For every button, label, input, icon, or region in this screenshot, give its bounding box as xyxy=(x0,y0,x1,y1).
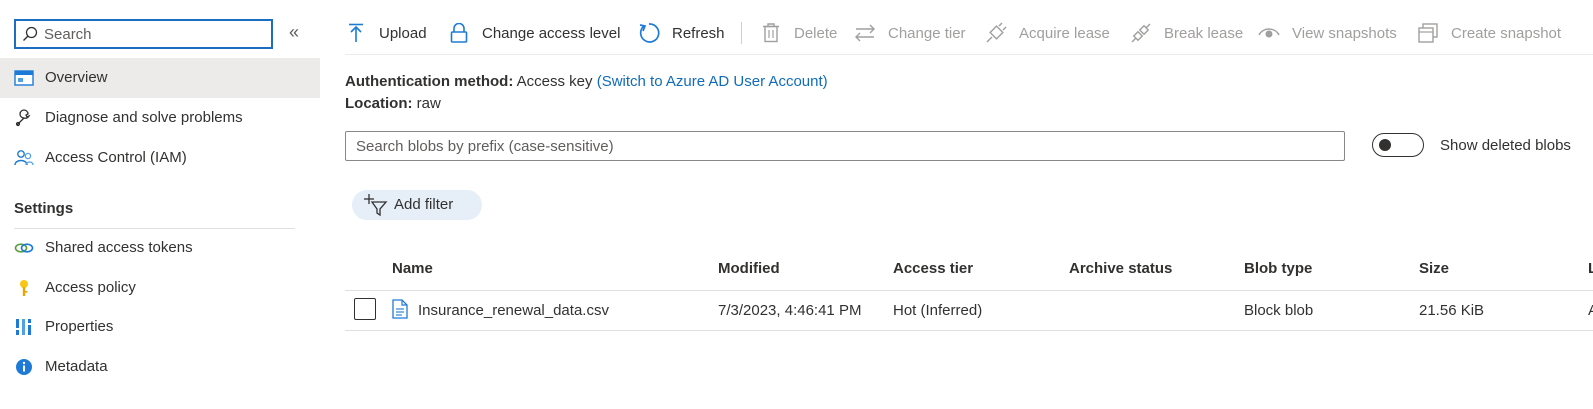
settings-section-title: Settings xyxy=(14,200,74,217)
wrench-icon xyxy=(14,109,34,127)
toolbar-divider-line xyxy=(345,54,1593,55)
sidebar-item-diagnose[interactable]: Diagnose and solve problems xyxy=(0,98,320,138)
row-divider xyxy=(345,330,1593,331)
sidebar-item-shared-access-tokens[interactable]: Shared access tokens xyxy=(0,228,320,268)
location-value: raw xyxy=(416,95,441,112)
column-header-size[interactable]: Size xyxy=(1419,260,1449,277)
blob-size: 21.56 KiB xyxy=(1419,302,1485,319)
swap-arrows-icon xyxy=(854,22,876,44)
info-icon xyxy=(14,358,34,376)
location-label: Location: xyxy=(345,95,413,112)
sidebar-search-input[interactable] xyxy=(44,23,266,45)
sidebar-item-metadata[interactable]: Metadata xyxy=(0,347,320,387)
sidebar-item-label: Overview xyxy=(45,69,108,86)
sidebar-item-label: Properties xyxy=(45,318,114,335)
collapse-sidebar-icon[interactable]: « xyxy=(289,22,299,43)
blob-name[interactable]: Insurance_renewal_data.csv xyxy=(418,302,609,319)
upload-label: Upload xyxy=(379,24,427,42)
header-divider xyxy=(345,290,1593,291)
acquire-lease-label: Acquire lease xyxy=(1019,24,1110,42)
blob-access-tier: Hot (Inferred) xyxy=(893,302,983,319)
blob-type: Block blob xyxy=(1244,302,1314,319)
unplug-icon xyxy=(1130,22,1152,44)
command-bar: Upload Change access level Refresh Delet… xyxy=(345,14,1593,54)
change-tier-button[interactable]: Change tier xyxy=(854,20,966,46)
view-snapshots-label: View snapshots xyxy=(1292,24,1397,42)
sidebar: « Overview Diagnose and solve problems A… xyxy=(0,0,320,409)
eye-icon xyxy=(1258,22,1280,44)
auth-method-label: Authentication method: xyxy=(345,73,514,90)
blob-prefix-search-input[interactable] xyxy=(356,136,1326,156)
sidebar-item-access-policy[interactable]: Access policy xyxy=(0,268,320,308)
sidebar-item-label: Access policy xyxy=(45,279,136,296)
blob-prefix-search-box[interactable] xyxy=(345,131,1345,161)
show-deleted-blobs-label: Show deleted blobs xyxy=(1440,137,1571,154)
change-access-level-button[interactable]: Change access level xyxy=(448,20,620,46)
column-header-blob-type[interactable]: Blob type xyxy=(1244,260,1312,277)
delete-label: Delete xyxy=(794,24,838,42)
switch-auth-link[interactable]: (Switch to Azure AD User Account) xyxy=(597,73,828,90)
refresh-label: Refresh xyxy=(672,24,725,42)
refresh-icon xyxy=(638,22,660,44)
plug-icon xyxy=(985,22,1007,44)
column-header-modified[interactable]: Modified xyxy=(718,260,780,277)
upload-button[interactable]: Upload xyxy=(345,20,427,46)
sidebar-item-label: Access Control (IAM) xyxy=(45,149,187,166)
add-filter-icon xyxy=(364,193,388,221)
change-tier-label: Change tier xyxy=(888,24,966,42)
key-icon xyxy=(14,279,34,297)
overview-icon xyxy=(14,69,34,87)
sidebar-search-box[interactable] xyxy=(14,19,273,49)
location-info: Location: raw xyxy=(345,95,441,112)
sidebar-item-label: Metadata xyxy=(45,358,108,375)
blob-modified: 7/3/2023, 4:46:41 PM xyxy=(718,302,862,319)
create-snapshot-button[interactable]: Create snapshot xyxy=(1417,20,1561,46)
trash-icon xyxy=(760,22,782,44)
refresh-button[interactable]: Refresh xyxy=(638,20,725,46)
sidebar-item-properties[interactable]: Properties xyxy=(0,307,320,347)
toggle-knob xyxy=(1379,139,1391,151)
people-icon xyxy=(14,149,34,167)
delete-button[interactable]: Delete xyxy=(760,20,837,46)
column-header-access-tier[interactable]: Access tier xyxy=(893,260,973,277)
row-select-checkbox[interactable] xyxy=(354,298,376,320)
create-snapshot-label: Create snapshot xyxy=(1451,24,1562,42)
lock-icon xyxy=(448,22,470,44)
search-icon xyxy=(22,26,38,46)
link-icon xyxy=(14,239,34,257)
upload-icon xyxy=(345,22,367,44)
column-header-name[interactable]: Name xyxy=(392,260,433,277)
sidebar-item-overview[interactable]: Overview xyxy=(0,58,320,98)
column-header-archive-status[interactable]: Archive status xyxy=(1069,260,1172,277)
view-snapshots-button[interactable]: View snapshots xyxy=(1258,20,1397,46)
acquire-lease-button[interactable]: Acquire lease xyxy=(985,20,1110,46)
sidebar-item-label: Diagnose and solve problems xyxy=(45,109,243,126)
snapshot-icon xyxy=(1417,22,1439,44)
auth-method-value: Access key xyxy=(516,73,593,90)
add-filter-button[interactable]: Add filter xyxy=(352,190,482,220)
change-access-level-label: Change access level xyxy=(482,24,621,42)
add-filter-label: Add filter xyxy=(394,196,454,213)
blob-lease-state: A xyxy=(1588,302,1593,319)
properties-icon xyxy=(14,318,34,336)
toolbar-divider xyxy=(741,22,742,44)
file-icon xyxy=(392,299,408,323)
break-lease-label: Break lease xyxy=(1164,24,1244,42)
break-lease-button[interactable]: Break lease xyxy=(1130,20,1243,46)
sidebar-item-label: Shared access tokens xyxy=(45,239,193,256)
authentication-info: Authentication method: Access key (Switc… xyxy=(345,73,828,90)
column-header-lease-state[interactable]: L xyxy=(1588,260,1593,277)
show-deleted-blobs-toggle[interactable] xyxy=(1372,133,1424,157)
sidebar-item-access-control[interactable]: Access Control (IAM) xyxy=(0,138,320,178)
